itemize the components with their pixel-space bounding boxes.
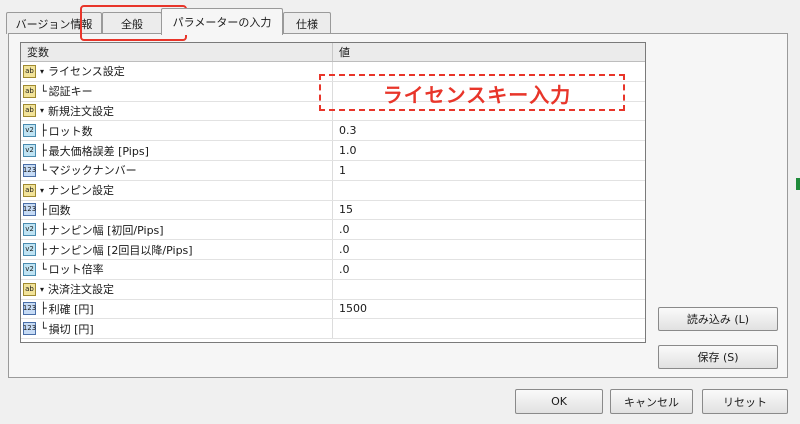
- edge-indicator: [796, 178, 800, 190]
- parameter-row[interactable]: v2 ├ ナンピン幅 [2回目以降/Pips] .0: [21, 240, 645, 260]
- variable-cell: ab ▾ ライセンス設定: [21, 62, 333, 81]
- parameter-row[interactable]: 123 ├ 回数 15: [21, 200, 645, 221]
- variable-cell: 123 ├ 回数: [21, 200, 333, 220]
- tree-branch-icon: └: [40, 163, 47, 177]
- variable-cell: v2 ├ 最大価格誤差 [Pips]: [21, 141, 333, 160]
- variable-cell: v2 └ ロット倍率: [21, 259, 333, 279]
- string-type-icon: ab: [23, 64, 36, 78]
- value-cell[interactable]: 1.0: [333, 141, 645, 160]
- variable-name: 認証キー: [48, 85, 93, 99]
- tree-branch-icon: ├: [40, 223, 47, 237]
- variable-name: ロット数: [48, 124, 93, 138]
- load-button-label: 読み込み (L): [686, 313, 750, 326]
- expand-caret-icon[interactable]: ▾: [40, 285, 44, 294]
- expand-caret-icon[interactable]: ▾: [40, 186, 44, 195]
- expand-caret-icon[interactable]: ▾: [40, 67, 44, 76]
- value-cell[interactable]: .0: [333, 240, 645, 259]
- integer-type-icon: 123: [23, 322, 36, 336]
- variable-name: マジックナンバー: [48, 164, 137, 178]
- variable-cell: 123 └ マジックナンバー: [21, 160, 333, 180]
- variable-name: ライセンス設定: [48, 65, 125, 79]
- tree-branch-icon: ├: [40, 144, 47, 158]
- variable-name: 損切 [円]: [48, 322, 94, 336]
- tree-branch-icon: └: [40, 84, 47, 98]
- variable-name: 回数: [48, 203, 71, 217]
- variable-cell: v2 ├ ナンピン幅 [初回/Pips]: [21, 220, 333, 240]
- tree-branch-icon: ├: [40, 302, 47, 316]
- variable-cell: ab └ 認証キー: [21, 81, 333, 101]
- variable-cell: 123 ├ 利確 [円]: [21, 299, 333, 319]
- value-cell[interactable]: [333, 319, 645, 338]
- string-type-icon: ab: [23, 183, 36, 197]
- group-row[interactable]: ab ▾ ナンピン設定: [21, 180, 645, 201]
- string-type-icon: ab: [23, 104, 36, 118]
- variable-cell: v2 ├ ナンピン幅 [2回目以降/Pips]: [21, 240, 333, 259]
- parameter-row[interactable]: 123 └ マジックナンバー 1: [21, 160, 645, 181]
- double-type-icon: v2: [23, 124, 36, 138]
- ok-button-label: OK: [551, 395, 567, 408]
- value-cell[interactable]: 0.3: [333, 121, 645, 140]
- variable-name: ナンピン幅 [2回目以降/Pips]: [48, 243, 193, 257]
- double-type-icon: v2: [23, 223, 36, 237]
- integer-type-icon: 123: [23, 302, 36, 316]
- tree-branch-icon: ├: [40, 203, 47, 217]
- parameter-row[interactable]: v2 ├ 最大価格誤差 [Pips] 1.0: [21, 141, 645, 161]
- reset-button-label: リセット: [723, 395, 767, 409]
- parameter-row[interactable]: v2 └ ロット倍率 .0: [21, 259, 645, 280]
- save-button-label: 保存 (S): [697, 351, 739, 364]
- variable-name: ナンピン幅 [初回/Pips]: [48, 223, 164, 237]
- tab-parameters[interactable]: パラメーターの入力: [161, 8, 283, 35]
- load-button[interactable]: 読み込み (L): [658, 307, 778, 331]
- double-type-icon: v2: [23, 262, 36, 276]
- variable-name: ロット倍率: [48, 263, 104, 277]
- variable-name: 利確 [円]: [48, 302, 94, 316]
- parameter-row[interactable]: 123 └ 損切 [円]: [21, 319, 645, 340]
- value-cell[interactable]: 15: [333, 201, 645, 220]
- variable-cell: ab ▾ 新規注文設定: [21, 101, 333, 121]
- value-cell[interactable]: .0: [333, 260, 645, 279]
- tree-branch-icon: └: [40, 322, 47, 336]
- expand-caret-icon[interactable]: ▾: [40, 106, 44, 115]
- variable-name: 新規注文設定: [48, 104, 115, 118]
- cancel-button-label: キャンセル: [624, 395, 679, 409]
- string-type-icon: ab: [23, 84, 36, 98]
- save-button[interactable]: 保存 (S): [658, 345, 778, 369]
- value-cell[interactable]: 1500: [333, 300, 645, 319]
- integer-type-icon: 123: [23, 163, 36, 177]
- license-key-callout: ライセンスキー入力: [382, 82, 572, 107]
- tab-label: パラメーターの入力: [172, 16, 272, 29]
- parameter-row[interactable]: v2 ├ ロット数 0.3: [21, 121, 645, 142]
- tab-label: 仕様: [296, 17, 318, 31]
- group-row[interactable]: ab ▾ 決済注文設定: [21, 279, 645, 300]
- variable-name: ナンピン設定: [48, 184, 115, 198]
- string-type-icon: ab: [23, 282, 36, 296]
- variable-name: 最大価格誤差 [Pips]: [48, 144, 149, 158]
- grid-header: 変数 値: [21, 43, 645, 62]
- cancel-button[interactable]: キャンセル: [610, 389, 693, 414]
- tree-branch-icon: ├: [40, 243, 47, 257]
- variable-name: 決済注文設定: [48, 283, 115, 297]
- tree-branch-icon: ├: [40, 124, 47, 138]
- double-type-icon: v2: [23, 144, 36, 158]
- tab-specifications[interactable]: 仕様: [283, 12, 331, 34]
- variable-cell: ab ▾ 決済注文設定: [21, 279, 333, 299]
- variable-cell: v2 ├ ロット数: [21, 121, 333, 141]
- integer-type-icon: 123: [23, 203, 36, 217]
- value-cell[interactable]: 1: [333, 161, 645, 180]
- variable-cell: ab ▾ ナンピン設定: [21, 180, 333, 200]
- value-cell[interactable]: .0: [333, 220, 645, 239]
- value-cell[interactable]: [333, 279, 645, 299]
- reset-button[interactable]: リセット: [702, 389, 788, 414]
- column-header-variable[interactable]: 変数: [21, 43, 333, 61]
- column-header-value[interactable]: 値: [333, 43, 645, 61]
- double-type-icon: v2: [23, 243, 36, 257]
- parameter-row[interactable]: v2 ├ ナンピン幅 [初回/Pips] .0: [21, 220, 645, 241]
- parameter-row[interactable]: 123 ├ 利確 [円] 1500: [21, 299, 645, 320]
- value-cell[interactable]: [333, 180, 645, 200]
- tree-branch-icon: └: [40, 262, 47, 276]
- ok-button[interactable]: OK: [515, 389, 603, 414]
- variable-cell: 123 └ 損切 [円]: [21, 319, 333, 339]
